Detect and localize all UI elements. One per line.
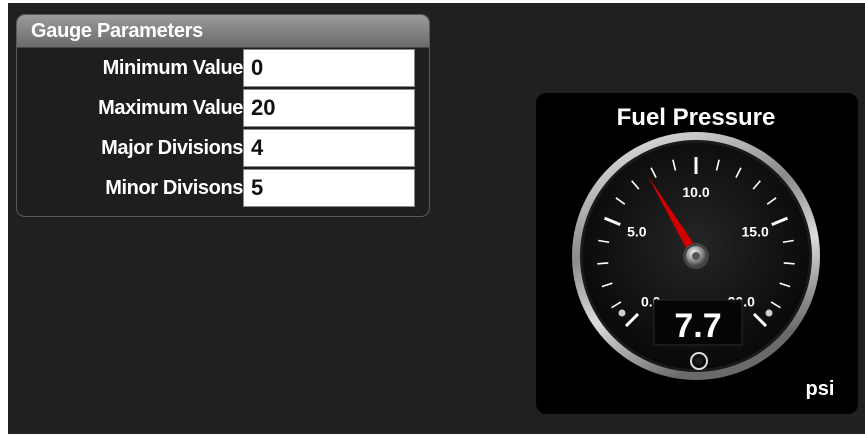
- needle-hub-center: [692, 252, 700, 260]
- panel-title: Gauge Parameters: [17, 15, 429, 48]
- fuel-pressure-gauge: Fuel Pressure 0.05.010.015.020.0 7.7 psi: [536, 93, 858, 414]
- gauge-parameters-panel: Gauge Parameters Minimum Value Maximum V…: [16, 14, 430, 217]
- reset-knob-center: [695, 357, 703, 365]
- major-divisions-row: Major Divisions: [17, 128, 429, 168]
- minor-tick: [783, 262, 795, 265]
- minor-divisions-row: Minor Divisons: [17, 168, 429, 208]
- left-screw-dot: [618, 309, 626, 317]
- right-screw-dot: [765, 309, 773, 317]
- scale-label: 5.0: [627, 224, 647, 240]
- minimum-value-row: Minimum Value: [17, 48, 429, 88]
- maximum-value-row: Maximum Value: [17, 88, 429, 128]
- maximum-value-label: Maximum Value: [98, 97, 243, 119]
- minor-divisions-input[interactable]: [243, 169, 415, 207]
- scale-label: 10.0: [682, 184, 709, 200]
- minor-tick: [597, 262, 609, 265]
- minimum-value-label: Minimum Value: [102, 57, 244, 79]
- unit-label: psi: [806, 378, 835, 400]
- gauge-title: Fuel Pressure: [617, 104, 776, 131]
- major-divisions-input[interactable]: [243, 129, 415, 167]
- scale-label: 15.0: [742, 224, 769, 240]
- digital-readout: 7.7: [674, 307, 721, 345]
- minimum-value-input[interactable]: [243, 49, 415, 87]
- minor-divisions-label: Minor Divisons: [105, 177, 243, 199]
- gauge-graphic: Fuel Pressure 0.05.010.015.020.0 7.7 psi: [572, 104, 835, 400]
- maximum-value-input[interactable]: [243, 89, 415, 127]
- app-window: Gauge Parameters Minimum Value Maximum V…: [8, 3, 865, 434]
- major-divisions-label: Major Divisions: [101, 137, 243, 159]
